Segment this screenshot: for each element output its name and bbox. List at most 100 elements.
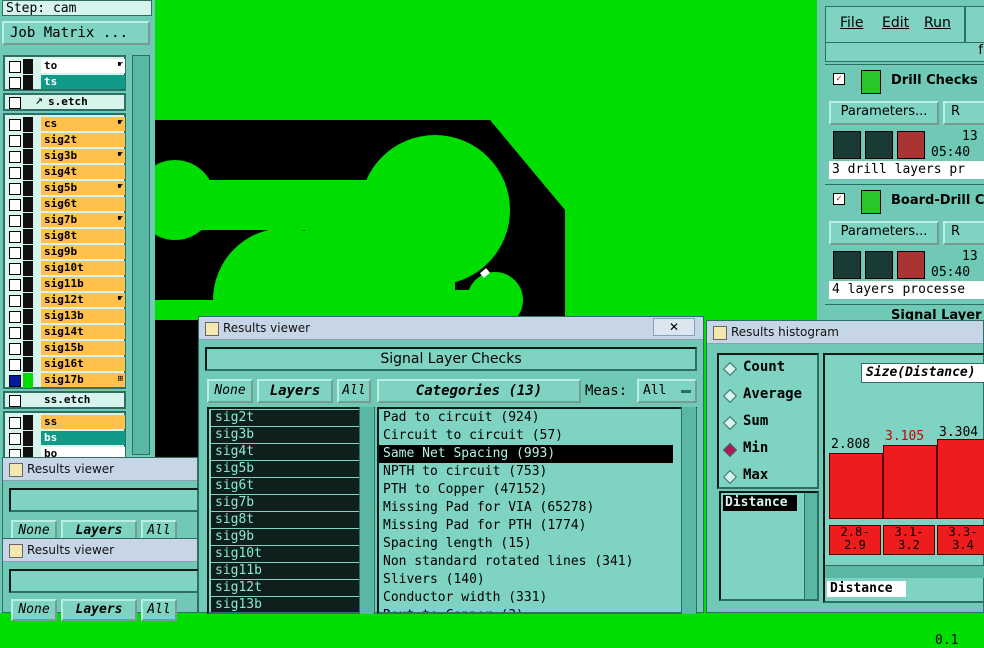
layer-row[interactable]: sig16t	[5, 357, 125, 372]
category-item[interactable]: Slivers (140)	[379, 571, 673, 589]
category-item[interactable]: Pad to circuit (924)	[379, 409, 673, 427]
layer-row[interactable]: sig13b	[5, 309, 125, 324]
layer-row[interactable]: ts	[5, 75, 125, 90]
categories-button[interactable]: Categories (13)	[377, 379, 581, 403]
layer-checkbox[interactable]	[9, 199, 21, 211]
run-button[interactable]: R	[943, 221, 984, 245]
layer-checkbox[interactable]	[9, 327, 21, 339]
layer-checkbox[interactable]	[9, 279, 21, 291]
layer-checkbox[interactable]	[9, 247, 21, 259]
run-status-icon[interactable]	[833, 131, 861, 159]
category-item[interactable]: Spacing length (15)	[379, 535, 673, 553]
check-enable-checkbox[interactable]: ✓	[833, 73, 845, 85]
layer-list-item[interactable]: sig12t	[211, 580, 361, 596]
layer-checkbox[interactable]	[9, 375, 21, 387]
layer-row[interactable]: sig2t	[5, 133, 125, 148]
run-status-icon[interactable]	[865, 251, 893, 279]
layer-list-item[interactable]: sig5b	[211, 461, 361, 477]
layer-checkbox[interactable]	[9, 263, 21, 275]
layer-row[interactable]: sig3b ☛	[5, 149, 125, 164]
layer-checkbox[interactable]	[9, 417, 21, 429]
window-titlebar[interactable]: Results histogram	[707, 321, 983, 344]
close-icon[interactable]: ✕	[653, 318, 695, 336]
layer-row[interactable]: ss	[5, 415, 125, 430]
category-item[interactable]: Circuit to circuit (57)	[379, 427, 673, 445]
run-button[interactable]: R	[943, 101, 984, 125]
layer-checkbox[interactable]	[9, 183, 21, 195]
window-titlebar[interactable]: Results viewer	[3, 458, 197, 481]
layer-list-item[interactable]: sig11b	[211, 563, 361, 579]
layer-checkbox[interactable]	[9, 119, 21, 131]
histogram-hscroll[interactable]	[825, 565, 984, 578]
layer-row[interactable]: bs	[5, 431, 125, 446]
layer-row[interactable]: sig10t	[5, 261, 125, 276]
layer-checkbox[interactable]	[9, 359, 21, 371]
layer-list-item[interactable]: sig9b	[211, 529, 361, 545]
menu-run[interactable]: Run	[924, 15, 951, 31]
layer-checkbox[interactable]	[9, 433, 21, 445]
category-item[interactable]: PTH to Copper (47152)	[379, 481, 673, 499]
all-button[interactable]: All	[141, 599, 177, 621]
run-status-icon[interactable]	[897, 251, 925, 279]
layer-row[interactable]: sig11b	[5, 277, 125, 292]
layer-checkbox[interactable]	[9, 151, 21, 163]
layer-checkbox[interactable]	[9, 231, 21, 243]
layer-list-item[interactable]: sig2t	[211, 410, 361, 426]
layer-checkbox[interactable]	[9, 61, 21, 73]
layer-row[interactable]: sig6t	[5, 197, 125, 212]
category-list-scrollbar[interactable]	[681, 407, 696, 614]
layer-checkbox[interactable]	[9, 295, 21, 307]
layer-list-item[interactable]: sig13b	[211, 597, 361, 612]
layer-checkbox[interactable]	[9, 167, 21, 179]
layer-row[interactable]: sig12t ☛	[5, 293, 125, 308]
layer-row[interactable]: sig7b ☛	[5, 213, 125, 228]
layers-button[interactable]: Layers	[61, 599, 137, 621]
layer-list-scrollbar[interactable]	[359, 407, 374, 614]
layer-list-item[interactable]: sig3b	[211, 427, 361, 443]
run-status-icon[interactable]	[865, 131, 893, 159]
layer-row[interactable]: ss.etch	[5, 393, 125, 408]
layer-row[interactable]: sig8t	[5, 229, 125, 244]
field-item[interactable]: Distance	[723, 495, 797, 511]
menu-edit[interactable]: Edit	[882, 15, 909, 31]
layer-row[interactable]: sig5b ☛	[5, 181, 125, 196]
none-button[interactable]: None	[207, 379, 253, 403]
histogram-bar[interactable]	[883, 445, 937, 519]
menu-file[interactable]: File	[840, 15, 863, 31]
layer-row[interactable]: sig9b	[5, 245, 125, 260]
layer-checkbox[interactable]	[9, 215, 21, 227]
histogram-bar[interactable]	[937, 439, 984, 519]
layer-list-item[interactable]: sig4t	[211, 444, 361, 460]
layer-checkbox[interactable]	[9, 395, 21, 407]
layer-panel-scrollbar[interactable]	[132, 55, 150, 455]
layers-button[interactable]: Layers	[257, 379, 333, 403]
run-status-icon[interactable]	[897, 131, 925, 159]
category-item[interactable]: Missing Pad for VIA (65278)	[379, 499, 673, 517]
window-titlebar[interactable]: Results viewer ✕	[199, 317, 703, 340]
category-item[interactable]: Non standard rotated lines (341)	[379, 553, 673, 571]
category-item[interactable]: NPTH to circuit (753)	[379, 463, 673, 481]
layer-row[interactable]: sig4t	[5, 165, 125, 180]
parameters-button[interactable]: Parameters...	[829, 101, 939, 125]
layer-row[interactable]: sig15b	[5, 341, 125, 356]
category-item[interactable]: Same Net Spacing (993)	[379, 445, 673, 463]
layer-row[interactable]: ↗ s.etch	[5, 93, 125, 110]
layer-row[interactable]: to ☛	[5, 59, 125, 74]
layer-checkbox[interactable]	[9, 343, 21, 355]
category-item[interactable]: Conductor width (331)	[379, 589, 673, 607]
parameters-button[interactable]: Parameters...	[829, 221, 939, 245]
none-button[interactable]: None	[11, 599, 57, 621]
check-enable-checkbox[interactable]: ✓	[833, 193, 845, 205]
category-item[interactable]: Missing Pad for PTH (1774)	[379, 517, 673, 535]
field-list-scrollbar[interactable]	[804, 493, 817, 599]
meas-select[interactable]: All	[637, 379, 697, 403]
layer-list-item[interactable]: sig8t	[211, 512, 361, 528]
layer-list-item[interactable]: sig10t	[211, 546, 361, 562]
layer-checkbox[interactable]	[9, 97, 21, 109]
layer-row[interactable]: sig14t	[5, 325, 125, 340]
layer-list-item[interactable]: sig7b	[211, 495, 361, 511]
layer-checkbox[interactable]	[9, 135, 21, 147]
layer-checkbox[interactable]	[9, 77, 21, 89]
histogram-bar[interactable]	[829, 453, 883, 519]
window-titlebar[interactable]: Results viewer	[3, 539, 197, 562]
